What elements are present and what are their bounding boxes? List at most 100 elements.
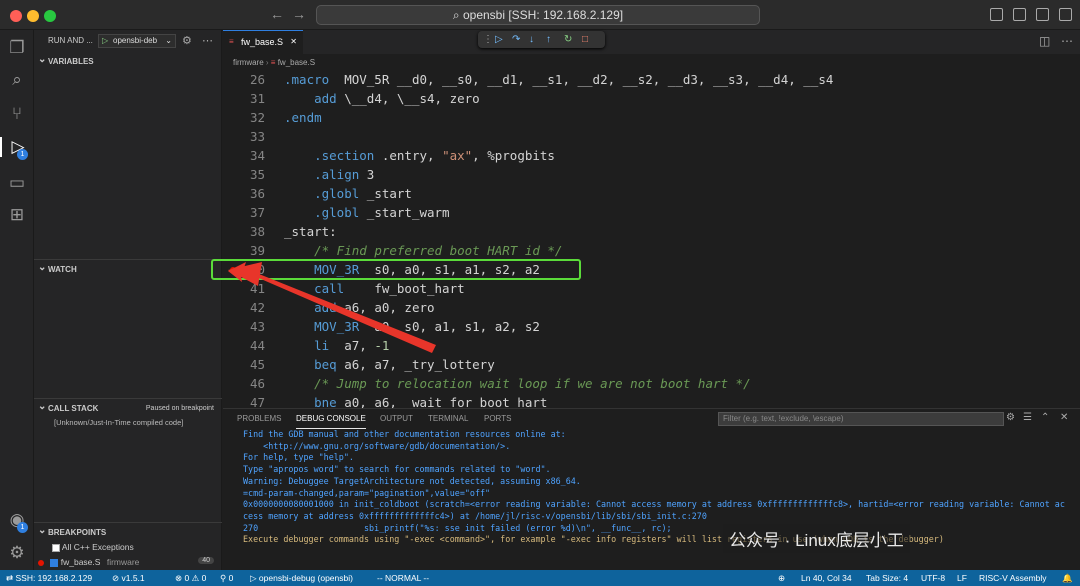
code-view[interactable]: 26 .macro MOV_5R __d0, __s0, __d1, __s1, … (211, 70, 1080, 410)
debug-settings-gear-icon[interactable]: ⚙ (182, 34, 192, 47)
account-badge: 1 (17, 522, 28, 533)
debug-config-select[interactable]: ▷ opensbi-deb ⌄ (98, 34, 176, 48)
line-ending[interactable]: LF (957, 570, 967, 586)
breakpoint-item[interactable]: fw_base.S firmware 40 (38, 557, 218, 567)
step-over-icon[interactable]: ↷ (512, 32, 520, 47)
back-arrow-icon[interactable]: ← (270, 6, 284, 22)
extensions-icon[interactable]: ⊞ (7, 205, 27, 225)
line-number[interactable]: 31 (233, 89, 265, 108)
code-line[interactable]: 41 call fw_boot_hart (223, 279, 1080, 298)
customize-layout-icon[interactable] (1059, 8, 1072, 21)
version-indicator[interactable]: ⊘ v1.5.1 (112, 570, 145, 586)
watch-section-header[interactable]: WATCH (34, 258, 222, 279)
code-line[interactable]: 46 /* Jump to relocation wait loop if we… (223, 374, 1080, 393)
tab-ports[interactable]: PORTS (484, 409, 511, 429)
call-stack-section-header[interactable]: CALL STACK Paused on breakpoint (34, 397, 222, 418)
search-icon[interactable]: ⌕ (7, 70, 27, 90)
source-control-icon[interactable]: ⑂ (7, 104, 27, 124)
line-number[interactable]: 44 (233, 336, 265, 355)
code-line[interactable]: 42 add a6, a0, zero (223, 298, 1080, 317)
notifications-icon[interactable]: 🔔 (1062, 570, 1073, 586)
explorer-icon[interactable]: ❐ (7, 38, 27, 58)
code-line[interactable]: 32 .endm (223, 108, 1080, 127)
line-number[interactable]: 33 (233, 127, 265, 146)
tab-size[interactable]: Tab Size: 4 (866, 570, 908, 586)
code-line[interactable]: 37 .globl _start_warm (223, 203, 1080, 222)
code-line[interactable]: 36 .globl _start (223, 184, 1080, 203)
checkbox-unchecked[interactable] (52, 543, 60, 552)
code-line[interactable]: 43 MOV_3R a0, s0, a1, s1, a2, s2 (223, 317, 1080, 336)
code-line[interactable]: 35 .align 3 (223, 165, 1080, 184)
tab-problems[interactable]: PROBLEMS (237, 409, 281, 429)
line-number[interactable]: 37 (233, 203, 265, 222)
forward-arrow-icon[interactable]: → (292, 6, 306, 22)
ports-indicator[interactable]: ⚲ 0 (220, 570, 233, 586)
step-out-icon[interactable]: ↑ (546, 32, 551, 47)
debug-console-output[interactable]: Find the GDB manual and other documentat… (243, 429, 1078, 546)
console-filter-input[interactable]: Filter (e.g. text, !exclude, \escape) (718, 412, 1004, 426)
code-line[interactable]: 44 li a7, -1 (223, 336, 1080, 355)
settings-gear-icon[interactable]: ⚙ (7, 543, 27, 563)
split-editor-icon[interactable]: ◫ (1039, 34, 1050, 48)
breakpoints-section-header[interactable]: BREAKPOINTS (34, 521, 222, 542)
tab-debug-console[interactable]: DEBUG CONSOLE (296, 409, 366, 429)
tab-fw-base-s[interactable]: ≡ fw_base.S ✕ (223, 30, 303, 54)
line-number[interactable]: 45 (233, 355, 265, 374)
remote-explorer-icon[interactable]: ▭ (7, 173, 27, 193)
line-number[interactable]: 41 (233, 279, 265, 298)
code-line[interactable]: 33 (223, 127, 1080, 146)
more-actions-icon[interactable]: ⋯ (202, 34, 213, 47)
cursor-position[interactable]: Ln 40, Col 34 (801, 570, 852, 586)
toggle-secondary-sidebar-icon[interactable] (1036, 8, 1049, 21)
line-number[interactable]: 42 (233, 298, 265, 317)
minimize-window-button[interactable] (27, 10, 39, 22)
checkbox-checked[interactable] (50, 558, 59, 567)
close-window-button[interactable] (10, 10, 22, 22)
toggle-panel-icon[interactable] (1013, 8, 1026, 21)
line-number[interactable]: 43 (233, 317, 265, 336)
encoding[interactable]: UTF-8 (921, 570, 945, 586)
line-number[interactable]: 26 (233, 70, 265, 89)
restart-icon[interactable]: ↻ (564, 32, 572, 47)
drag-handle-icon[interactable]: ⋮ (483, 32, 493, 47)
command-center-search[interactable]: ⌕ opensbi [SSH: 192.168.2.129] (316, 5, 760, 25)
line-number[interactable]: 32 (233, 108, 265, 127)
zoom-window-button[interactable] (44, 10, 56, 22)
code-line[interactable]: 40 MOV_3R s0, a0, s1, a1, s2, a2 (211, 259, 1080, 280)
line-number[interactable]: 36 (233, 184, 265, 203)
maximize-panel-icon[interactable]: ⌃ (1041, 412, 1049, 423)
code-line[interactable]: 39 /* Find preferred boot HART id */ (223, 241, 1080, 260)
stop-icon[interactable]: □ (582, 32, 588, 47)
line-number[interactable]: 38 (233, 222, 265, 241)
continue-icon[interactable]: ▷ (495, 32, 503, 47)
tab-terminal[interactable]: TERMINAL (428, 409, 468, 429)
close-tab-icon[interactable]: ✕ (290, 31, 297, 53)
variables-section-header[interactable]: VARIABLES (34, 50, 222, 72)
problems-indicator[interactable]: ⊗ 0 ⚠ 0 (175, 570, 206, 586)
debug-session-indicator[interactable]: ▷ opensbi-debug (opensbi) (250, 570, 353, 586)
code-line[interactable]: 34 .section .entry, "ax", %progbits (223, 146, 1080, 165)
line-number[interactable]: 34 (233, 146, 265, 165)
breakpoint-all-exceptions[interactable]: All C++ Exceptions (52, 542, 134, 552)
zoom-icon[interactable]: ⊕ (778, 570, 785, 586)
code-line[interactable]: 31 add \__d4, \__s4, zero (223, 89, 1080, 108)
line-number[interactable]: 46 (233, 374, 265, 393)
search-icon: ⌕ (452, 8, 463, 22)
close-panel-icon[interactable]: ✕ (1060, 412, 1068, 423)
line-number[interactable]: 39 (233, 241, 265, 260)
step-into-icon[interactable]: ↓ (529, 32, 534, 47)
code-line[interactable]: 26 .macro MOV_5R __d0, __s0, __d1, __s1, … (223, 70, 1080, 89)
language-mode[interactable]: RISC-V Assembly (979, 570, 1047, 586)
line-number[interactable]: 35 (233, 165, 265, 184)
tab-output[interactable]: OUTPUT (380, 409, 413, 429)
call-stack-frame[interactable]: [Unknown/Just-In-Time compiled code] (54, 418, 183, 427)
filter-settings-icon[interactable]: ⚙ (1006, 412, 1015, 423)
code-line[interactable]: 38 _start: (223, 222, 1080, 241)
code-line[interactable]: 45 beq a6, a7, _try_lottery (223, 355, 1080, 374)
clear-console-icon[interactable]: ☰ (1023, 412, 1032, 423)
start-debug-icon[interactable]: ▷ (102, 35, 108, 47)
toggle-sidebar-icon[interactable] (990, 8, 1003, 21)
highlight-box (211, 259, 581, 280)
remote-indicator[interactable]: ⇄ SSH: 192.168.2.129 (6, 570, 92, 586)
editor-more-icon[interactable]: ⋯ (1061, 34, 1073, 48)
